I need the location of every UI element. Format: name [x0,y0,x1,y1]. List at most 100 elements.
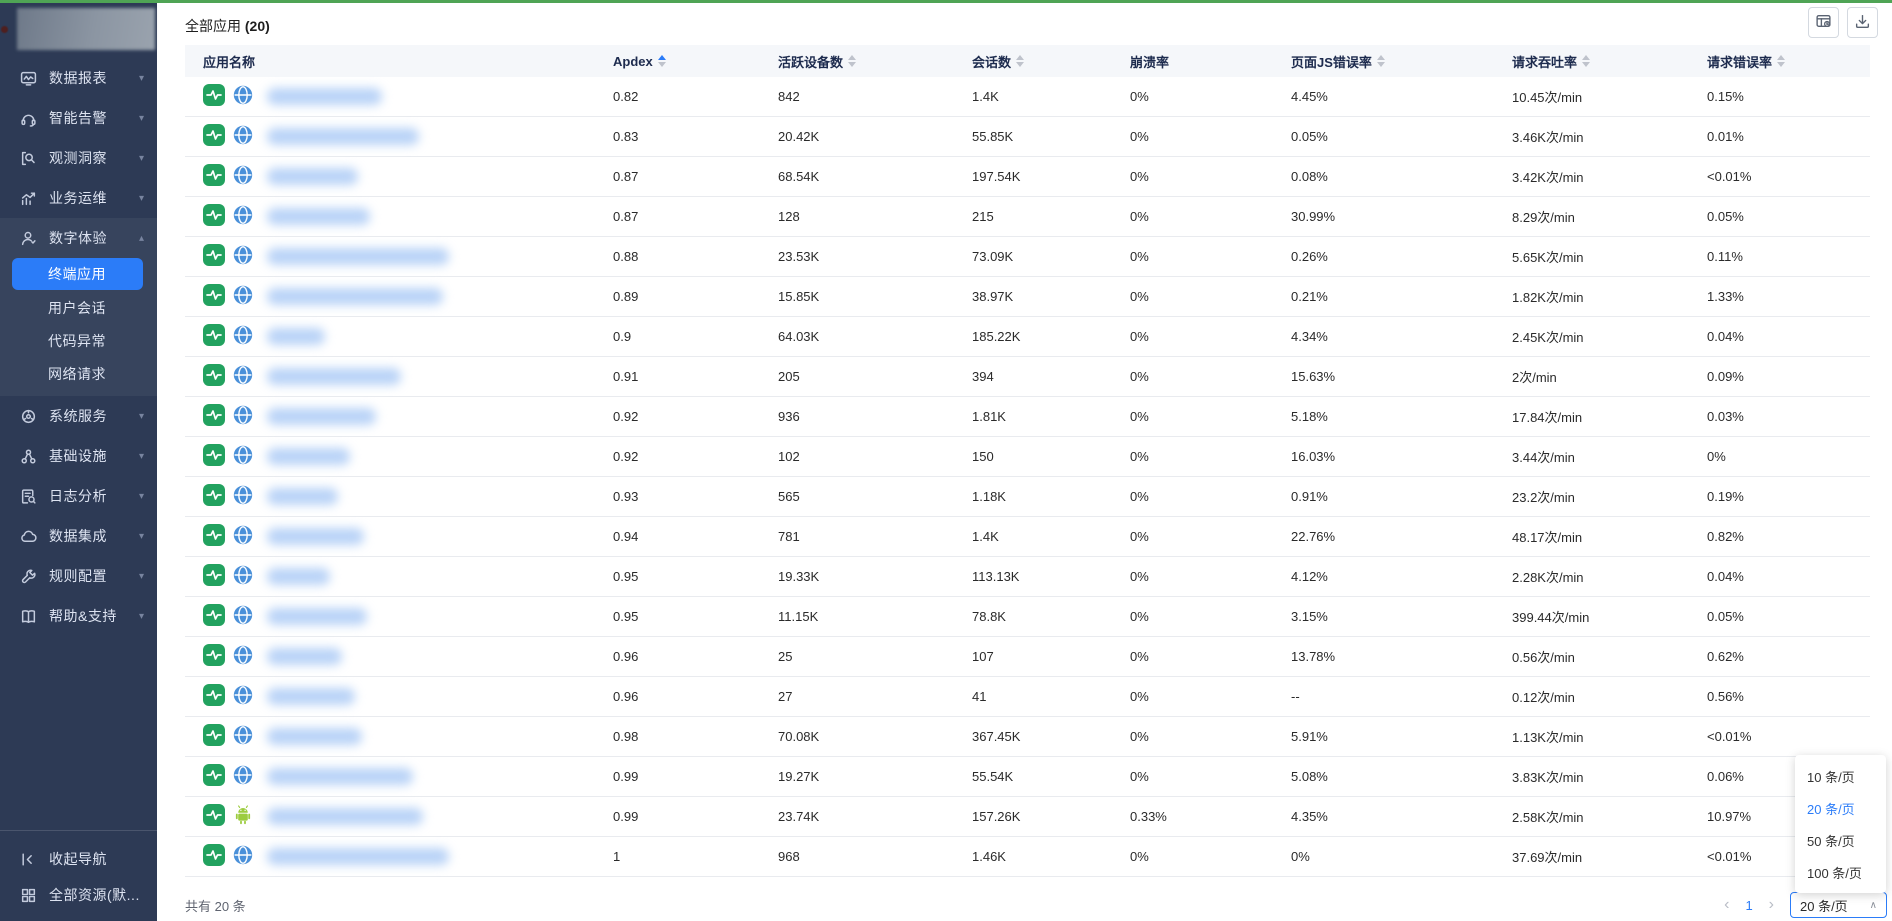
table-row[interactable]: 0.99 19.27K 55.54K 0% 5.08% 3.83K次/min 0… [185,757,1870,797]
current-page-button[interactable]: 1 [1745,898,1752,913]
app-name-cell[interactable] [185,324,613,349]
table-row[interactable]: 0.99 23.74K 157.26K 0.33% 4.35% 2.58K次/m… [185,797,1870,837]
sidebar-item-smart-alerts[interactable]: 智能告警 ▾ [0,98,157,138]
table-row[interactable]: 0.92 936 1.81K 0% 5.18% 17.84次/min 0.03% [185,397,1870,437]
sidebar-item-business-ops[interactable]: 业务运维 ▾ [0,178,157,218]
table-row[interactable]: 0.94 781 1.4K 0% 22.76% 48.17次/min 0.82% [185,517,1870,557]
infra-icon [20,448,37,465]
column-header-sessions[interactable]: 会话数 [972,52,1130,71]
table-row[interactable]: 0.88 23.53K 73.09K 0% 0.26% 5.65K次/min 0… [185,237,1870,277]
request-error-rate-cell: 0.62% [1707,649,1870,664]
web-platform-icon [232,524,254,549]
app-name-cell[interactable] [185,644,613,669]
sidebar-item-rule-config[interactable]: 规则配置 ▾ [0,556,157,596]
sort-icon[interactable] [1777,55,1785,67]
app-name-cell[interactable] [185,364,613,389]
sidebar-item-log-analysis[interactable]: 日志分析 ▾ [0,476,157,516]
table-row[interactable]: 0.95 11.15K 78.8K 0% 3.15% 399.44次/min 0… [185,597,1870,637]
sort-icon[interactable] [848,55,856,67]
sort-icon[interactable] [658,55,666,67]
download-button[interactable] [1847,7,1878,38]
all-resources-button[interactable]: 全部资源(默... [0,877,157,913]
table-row[interactable]: 0.87 68.54K 197.54K 0% 0.08% 3.42K次/min … [185,157,1870,197]
table-row[interactable]: 0.9 64.03K 185.22K 0% 4.34% 2.45K次/min 0… [185,317,1870,357]
sidebar-item-data-integration[interactable]: 数据集成 ▾ [0,516,157,556]
app-health-icon [203,84,225,109]
table-row[interactable]: 0.82 842 1.4K 0% 4.45% 10.45次/min 0.15% [185,77,1870,117]
column-header-request-error-rate[interactable]: 请求错误率 [1707,52,1870,71]
sidebar-item-terminal-apps[interactable]: 终端应用 [12,258,143,290]
sidebar-item-user-sessions[interactable]: 用户会话 [0,291,157,324]
sidebar-nav: 数据报表 ▾ 智能告警 ▾ 观测洞察 ▾ 业务运维 ▾ 数字体验 ▴ 终端应用 … [0,58,157,636]
sort-icon[interactable] [1582,55,1590,67]
sidebar-item-digital-experience[interactable]: 数字体验 ▴ [0,218,157,258]
column-settings-button[interactable] [1808,7,1839,38]
app-name-cell[interactable] [185,244,613,269]
total-count: 共有 20 条 [185,896,246,915]
web-platform-icon [232,244,254,269]
sidebar-item-network-requests[interactable]: 网络请求 [0,357,157,390]
table-row[interactable]: 0.89 15.85K 38.97K 0% 0.21% 1.82K次/min 1… [185,277,1870,317]
sort-icon[interactable] [1377,55,1385,67]
sidebar-item-help-support[interactable]: 帮助&支持 ▾ [0,596,157,636]
column-header-js-error-rate[interactable]: 页面JS错误率 [1291,52,1512,71]
sidebar-item-system-services[interactable]: 系统服务 ▾ [0,396,157,436]
app-name-cell[interactable] [185,604,613,629]
page-title: 全部应用 (20) [185,16,270,36]
resources-icon [20,887,37,904]
sessions-cell: 1.4K [972,89,1130,104]
app-name-redacted [267,488,338,505]
app-name-cell[interactable] [185,404,613,429]
app-name-cell[interactable] [185,484,613,509]
sidebar-item-observability[interactable]: 观测洞察 ▾ [0,138,157,178]
app-name-cell[interactable] [185,564,613,589]
app-name-cell[interactable] [185,724,613,749]
table-row[interactable]: 0.98 70.08K 367.45K 0% 5.91% 1.13K次/min … [185,717,1870,757]
js-error-rate-cell: 16.03% [1291,449,1512,464]
table-row[interactable]: 0.96 27 41 0% -- 0.12次/min 0.56% [185,677,1870,717]
app-name-cell[interactable] [185,844,613,869]
column-header-throughput[interactable]: 请求吞吐率 [1512,52,1707,71]
js-error-rate-cell: 30.99% [1291,209,1512,224]
sessions-cell: 55.85K [972,129,1130,144]
table-row[interactable]: 0.96 25 107 0% 13.78% 0.56次/min 0.62% [185,637,1870,677]
table-row[interactable]: 0.87 128 215 0% 30.99% 8.29次/min 0.05% [185,197,1870,237]
table-row[interactable]: 0.83 20.42K 55.85K 0% 0.05% 3.46K次/min 0… [185,117,1870,157]
column-header-apdex[interactable]: Apdex [613,54,778,69]
sidebar-item-infrastructure[interactable]: 基础设施 ▾ [0,436,157,476]
table-row[interactable]: 0.92 102 150 0% 16.03% 3.44次/min 0% [185,437,1870,477]
sidebar-item-data-reports[interactable]: 数据报表 ▾ [0,58,157,98]
column-header-active-devices[interactable]: 活跃设备数 [778,52,972,71]
crash-rate-cell: 0% [1130,689,1291,704]
page-size-option[interactable]: 100 条/页 [1795,856,1886,888]
sort-icon[interactable] [1016,55,1024,67]
page-size-option[interactable]: 50 条/页 [1795,824,1886,856]
table-row[interactable]: 0.93 565 1.18K 0% 0.91% 23.2次/min 0.19% [185,477,1870,517]
report-icon [20,70,37,87]
app-name-cell[interactable] [185,524,613,549]
app-name-cell[interactable] [185,444,613,469]
js-error-rate-cell: 13.78% [1291,649,1512,664]
app-name-cell[interactable] [185,124,613,149]
apdex-cell: 0.9 [613,329,778,344]
app-name-cell[interactable] [185,84,613,109]
table-row[interactable]: 0.91 205 394 0% 15.63% 2次/min 0.09% [185,357,1870,397]
app-name-cell[interactable] [185,804,613,829]
table-row[interactable]: 1 968 1.46K 0% 0% 37.69次/min <0.01% [185,837,1870,877]
next-page-button[interactable]: › [1769,897,1774,913]
sidebar-item-code-exceptions[interactable]: 代码异常 [0,324,157,357]
page-size-option[interactable]: 10 条/页 [1795,760,1886,792]
app-name-cell[interactable] [185,164,613,189]
app-name-cell[interactable] [185,204,613,229]
page-size-option[interactable]: 20 条/页 [1795,792,1886,824]
app-name-cell[interactable] [185,684,613,709]
prev-page-button[interactable]: ‹ [1724,897,1729,913]
page-size-select[interactable]: 20 条/页 ∧ [1790,892,1887,918]
request-error-rate-cell: <0.01% [1707,169,1870,184]
app-health-icon [203,644,225,669]
active-devices-cell: 23.53K [778,249,972,264]
app-name-cell[interactable] [185,764,613,789]
table-row[interactable]: 0.95 19.33K 113.13K 0% 4.12% 2.28K次/min … [185,557,1870,597]
collapse-nav-button[interactable]: 收起导航 [0,841,157,877]
app-name-cell[interactable] [185,284,613,309]
